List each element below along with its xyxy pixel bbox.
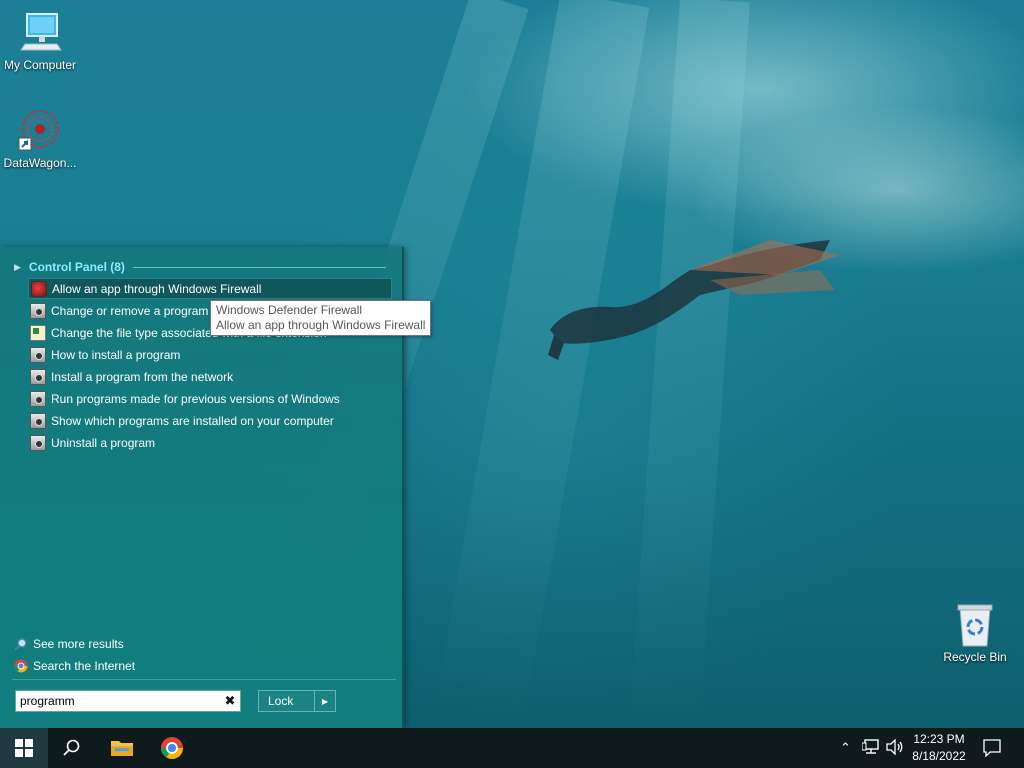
network-icon[interactable] (862, 739, 880, 755)
search-box[interactable]: ✖ (15, 690, 241, 712)
firewall-icon (31, 280, 47, 297)
file-type-icon (30, 324, 46, 341)
chrome-icon (161, 737, 183, 759)
file-explorer-icon (111, 741, 133, 756)
action-center-icon[interactable] (983, 739, 1001, 757)
search-icon (14, 638, 27, 651)
result-run-previous-versions[interactable]: Run programs made for previous versions … (28, 388, 392, 409)
recycle-bin-icon (952, 602, 998, 648)
result-label: Show which programs are installed on you… (51, 413, 334, 428)
tooltip-title: Windows Defender Firewall (216, 303, 363, 317)
result-label: Allow an app through Windows Firewall (52, 281, 262, 296)
taskbar-search-button[interactable] (48, 728, 96, 768)
control-panel-icon (30, 368, 46, 385)
start-icon (15, 739, 33, 757)
clear-search-icon[interactable]: ✖ (220, 693, 240, 709)
desktop-background: My Computer DataWagon... Recycle Bin ▶ C… (0, 0, 1024, 728)
result-how-to-install-program[interactable]: How to install a program (28, 344, 392, 365)
desktop-icon-label: My Computer (3, 58, 77, 72)
computer-icon (17, 10, 63, 56)
result-label: Install a program from the network (51, 369, 234, 384)
taskbar: ⌃ 12:23 PM 8/18/2022 (0, 728, 1024, 768)
group-header-control-panel[interactable]: ▶ Control Panel (8) (14, 259, 386, 275)
lock-button[interactable]: Lock ▶ (258, 690, 336, 712)
result-show-installed-programs[interactable]: Show which programs are installed on you… (28, 410, 392, 431)
desktop-icon-datawagon[interactable]: DataWagon... (0, 108, 80, 170)
datawagon-shortcut-icon (17, 108, 63, 154)
diver-image (548, 240, 840, 360)
result-label: How to install a program (51, 347, 181, 362)
expand-arrow-icon: ▶ (14, 261, 21, 272)
result-label: Uninstall a program (51, 435, 156, 450)
result-allow-app-through-firewall[interactable]: Allow an app through Windows Firewall (28, 278, 392, 299)
clock[interactable]: 12:23 PM 8/18/2022 (908, 731, 970, 765)
control-panel-icon (30, 412, 46, 429)
search-icon (63, 739, 80, 756)
header-divider (132, 266, 386, 268)
tooltip: Windows Defender Firewall Allow an app t… (210, 300, 432, 336)
result-uninstall-program[interactable]: Uninstall a program (28, 432, 392, 453)
see-more-results-label: See more results (33, 637, 124, 651)
taskbar-chrome[interactable] (148, 728, 196, 768)
control-panel-icon (30, 390, 46, 407)
control-panel-icon (30, 302, 46, 319)
result-label: Run programs made for previous versions … (51, 391, 340, 406)
desktop-icon-label: Recycle Bin (943, 650, 1007, 664)
desktop-icon-recycle-bin[interactable]: Recycle Bin (935, 602, 1015, 664)
show-hidden-icons-chevron-icon[interactable]: ⌃ (840, 740, 851, 756)
taskbar-file-explorer[interactable] (98, 728, 146, 768)
lock-label: Lock (268, 694, 294, 708)
control-panel-icon (30, 434, 46, 451)
more-links: See more results Search the Internet (14, 633, 135, 677)
start-button[interactable] (0, 728, 48, 768)
chrome-icon (14, 659, 28, 673)
clock-date: 8/18/2022 (912, 749, 966, 763)
search-input[interactable] (16, 693, 220, 709)
control-panel-icon (30, 346, 46, 363)
clock-time: 12:23 PM (913, 732, 965, 746)
search-internet-link[interactable]: Search the Internet (14, 655, 135, 677)
result-install-from-network[interactable]: Install a program from the network (28, 366, 392, 387)
volume-icon[interactable] (886, 739, 904, 755)
desktop-icon-label: DataWagon... (3, 156, 77, 170)
power-options-arrow-icon[interactable]: ▶ (314, 691, 335, 711)
result-label: Change or remove a program (51, 303, 209, 318)
group-header-label: Control Panel (8) (28, 260, 125, 274)
divider (12, 679, 396, 680)
desktop-icon-my-computer[interactable]: My Computer (0, 10, 80, 72)
see-more-results-link[interactable]: See more results (14, 633, 135, 655)
tooltip-description: Allow an app through Windows Firewall (216, 318, 426, 332)
search-internet-label: Search the Internet (33, 659, 136, 673)
